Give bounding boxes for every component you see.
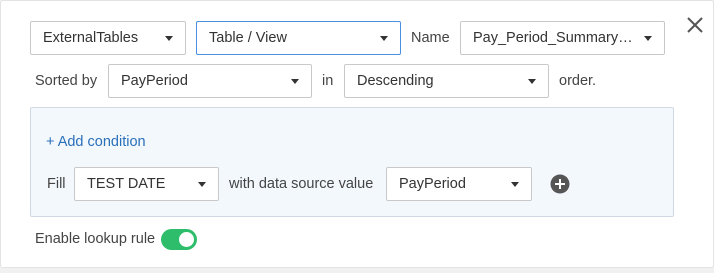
type-select[interactable]: Table / View [196,21,401,55]
sort-order-select-value: Descending [357,73,434,89]
enable-lookup-rule-toggle[interactable] [161,229,197,250]
condition-box: + Add condition Fill TEST DATE with data… [30,107,674,217]
sort-field-select-value: PayPeriod [121,73,188,89]
enable-lookup-rule-label: Enable lookup rule [35,231,156,247]
sort-field-select[interactable]: PayPeriod [108,64,312,98]
order-label: order. [559,73,597,89]
chevron-down-icon [291,79,299,84]
close-icon[interactable] [685,15,705,35]
source-select-value: ExternalTables [43,30,139,46]
name-label: Name [411,30,450,46]
type-select-value: Table / View [209,30,287,46]
add-condition-link[interactable]: + Add condition [46,132,146,152]
source-select[interactable]: ExternalTables [30,21,186,55]
name-select-value: Pay_Period_Summary_R... [473,30,649,46]
sort-order-select[interactable]: Descending [344,64,549,98]
data-source-value-select-value: PayPeriod [399,176,466,192]
plus-circle-icon[interactable] [550,174,570,194]
data-source-value-select[interactable]: PayPeriod [386,167,532,201]
fill-field-select[interactable]: TEST DATE [74,167,219,201]
fill-label: Fill [47,176,66,192]
chevron-down-icon [644,36,652,41]
name-select[interactable]: Pay_Period_Summary_R... [460,21,665,55]
chevron-down-icon [528,79,536,84]
toggle-knob [179,232,194,247]
in-label: in [322,73,334,89]
chevron-down-icon [165,36,173,41]
sorted-by-label: Sorted by [35,73,98,89]
lookup-rule-panel: ExternalTables Table / View Name Pay_Per… [0,0,714,268]
chevron-down-icon [380,36,388,41]
with-data-source-label: with data source value [229,176,374,192]
chevron-down-icon [198,182,206,187]
chevron-down-icon [511,182,519,187]
fill-field-select-value: TEST DATE [87,176,166,192]
